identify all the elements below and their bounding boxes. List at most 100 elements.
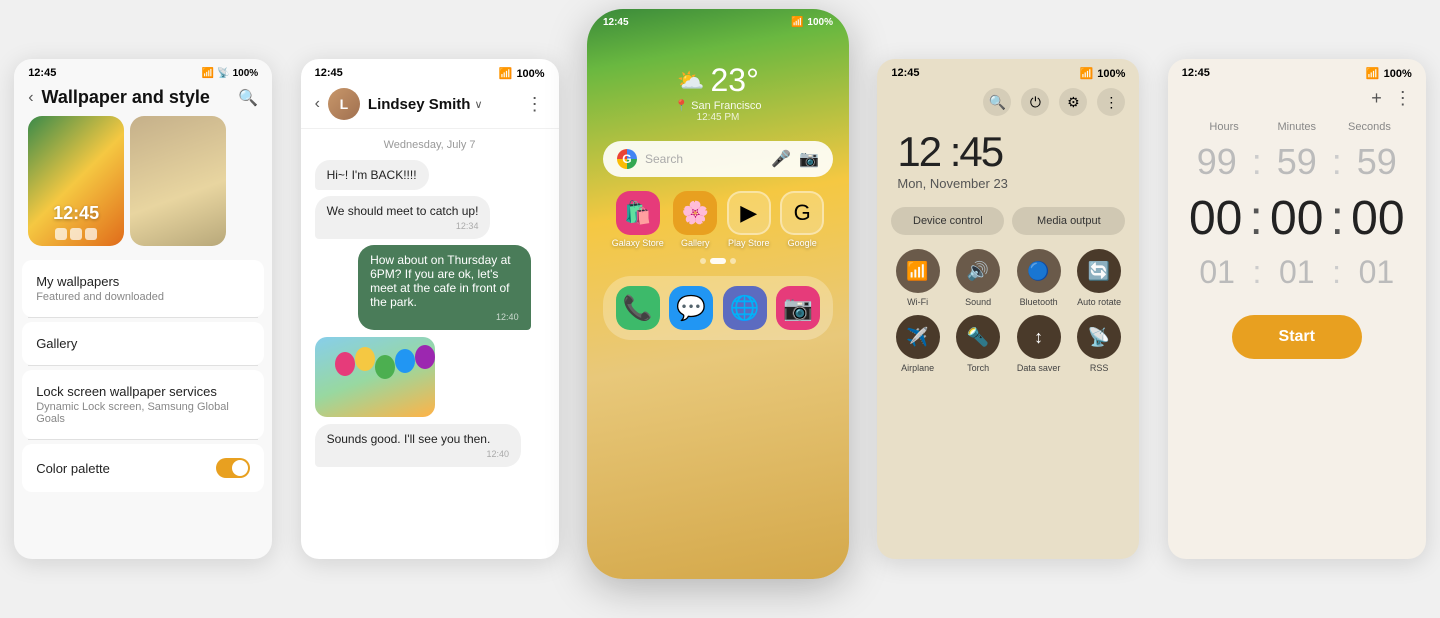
contact-name: Lindsey Smith [368, 96, 471, 113]
galaxy-store-label: Galaxy Store [612, 238, 664, 248]
sound-tile[interactable]: 🔊 Sound [952, 249, 1005, 307]
wallpaper-thumb-1[interactable]: 12:45 [28, 116, 124, 246]
qs-settings-btn[interactable]: ⚙ [1059, 88, 1087, 116]
color-palette-toggle[interactable] [216, 458, 250, 478]
mini-icon [85, 228, 97, 240]
qs-date-display: Mon, November 23 [877, 176, 1139, 201]
wifi-tile[interactable]: 📶 Wi-Fi [891, 249, 944, 307]
dot-3 [730, 258, 736, 264]
home-weather-widget: ⛅ 23° 📍 San Francisco 12:45 PM [587, 32, 849, 133]
sound-tile-label: Sound [965, 297, 991, 307]
mini-icon [55, 228, 67, 240]
sep-2: : [1332, 141, 1342, 183]
gallery-icon: 🌸 [673, 191, 717, 235]
panel1-time: 12:45 [28, 67, 56, 79]
search-icon[interactable]: 🔍 [238, 88, 258, 108]
home-time-display: 12:45 PM [697, 112, 740, 123]
bluetooth-tile[interactable]: 🔵 Bluetooth [1012, 249, 1065, 307]
rss-tile-label: RSS [1090, 363, 1109, 373]
home-time: 12:45 [603, 17, 629, 28]
app-play-store[interactable]: ▶ Play Store [727, 191, 771, 248]
msg-back-icon[interactable]: ‹ [315, 95, 320, 113]
weather-icon: ⛅ [677, 68, 704, 94]
torch-tile-label: Torch [967, 363, 989, 373]
home-wifi-icon: 📶 [791, 17, 803, 28]
msg-time-reply: 12:40 [327, 449, 509, 459]
page-indicator [587, 254, 849, 268]
datasaver-tile-label: Data saver [1017, 363, 1061, 373]
divider-3 [28, 439, 258, 440]
wallpaper-thumb-2[interactable] [130, 116, 226, 246]
dock-phone-icon[interactable]: 📞 [616, 286, 660, 330]
autorotate-tile[interactable]: 🔄 Auto rotate [1073, 249, 1126, 307]
msg-bubble-received-3: Sounds good. I'll see you then. 12:40 [315, 424, 521, 467]
rss-tile-icon: 📡 [1077, 315, 1121, 359]
play-store-icon: ▶ [727, 191, 771, 235]
timer-panel: 12:45 📶 100% + ⋮ Hours Minutes Seconds 9… [1168, 59, 1426, 559]
divider-1 [28, 317, 258, 318]
timer-wifi-icon: 📶 [1366, 67, 1380, 80]
home-search-bar[interactable]: G Search 🎤 📷 [603, 141, 833, 177]
my-wallpapers-item[interactable]: My wallpapers Featured and downloaded [22, 260, 264, 317]
lockscreen-item[interactable]: Lock screen wallpaper services Dynamic L… [22, 370, 264, 439]
timer-add-icon[interactable]: + [1371, 88, 1382, 109]
timer-prev-row: 99 : 59 : 59 [1168, 137, 1426, 187]
qs-clock-display: 12 :45 [877, 124, 1139, 176]
timer-labels-row: Hours Minutes Seconds [1168, 113, 1426, 137]
home-status-bar: 12:45 📶 100% [587, 9, 849, 32]
dock-messages-icon[interactable]: 💬 [669, 286, 713, 330]
dropdown-icon[interactable]: ∨ [474, 98, 482, 111]
mic-icon[interactable]: 🎤 [771, 149, 791, 169]
back-icon[interactable]: ‹ [28, 89, 33, 107]
sound-tile-icon: 🔊 [956, 249, 1000, 293]
torch-tile[interactable]: 🔦 Torch [952, 315, 1005, 373]
app-gallery[interactable]: 🌸 Gallery [673, 191, 717, 248]
main-hours: 00 [1182, 191, 1250, 246]
qs-search-btn[interactable]: 🔍 [983, 88, 1011, 116]
app-galaxy-store[interactable]: 🛍️ Galaxy Store [612, 191, 664, 248]
dock-internet-icon[interactable]: 🌐 [723, 286, 767, 330]
color-palette-item[interactable]: Color palette [22, 444, 264, 492]
timer-more-icon[interactable]: ⋮ [1394, 88, 1412, 109]
qs-tiles-grid: 📶 Wi-Fi 🔊 Sound 🔵 Bluetooth 🔄 Auto rotat… [877, 241, 1139, 381]
seconds-label: Seconds [1333, 121, 1406, 133]
my-wallpapers-label: My wallpapers [36, 274, 250, 289]
app-google[interactable]: G Google [780, 191, 824, 248]
next-sep-2: : [1332, 254, 1341, 291]
msg-time-2: 12:34 [327, 221, 479, 231]
wifi-tile-icon: 📶 [896, 249, 940, 293]
msg-bubble-received-1: Hi~! I'm BACK!!!! [315, 160, 429, 190]
msg-bubble-sent: How about on Thursday at 6PM? If you are… [358, 245, 531, 330]
search-placeholder[interactable]: Search [645, 152, 763, 166]
qs-more-btn[interactable]: ⋮ [1097, 88, 1125, 116]
more-options-icon[interactable]: ⋮ [526, 94, 545, 115]
dock-camera-icon[interactable]: 📷 [776, 286, 820, 330]
temperature: 23° [710, 62, 758, 99]
home-battery: 100% [807, 17, 833, 28]
search-action-icons: 🎤 📷 [771, 149, 819, 169]
datasaver-tile[interactable]: ↕ Data saver [1012, 315, 1065, 373]
next-sep-1: : [1252, 254, 1261, 291]
qs-battery: 100% [1097, 68, 1125, 80]
prev-seconds: 59 [1342, 141, 1412, 183]
main-sep-2: : [1331, 191, 1344, 246]
lens-icon[interactable]: 📷 [799, 149, 819, 169]
page-title: Wallpaper and style [42, 87, 210, 108]
qs-control-icons: 🔍 ⏻ ⚙ ⋮ [877, 84, 1139, 124]
rss-tile[interactable]: 📡 RSS [1073, 315, 1126, 373]
color-palette-label: Color palette [36, 461, 110, 476]
gallery-item[interactable]: Gallery [22, 322, 264, 365]
battery-icon: 100% [233, 68, 259, 79]
contact-avatar: L [328, 88, 360, 120]
msg-time-sent: 12:40 [370, 312, 519, 322]
wifi-icon: 📶 [202, 68, 214, 79]
device-control-btn[interactable]: Device control [891, 207, 1004, 235]
timer-header-icons: + ⋮ [1168, 84, 1426, 113]
main-seconds: 00 [1344, 191, 1412, 246]
airplane-tile[interactable]: ✈️ Airplane [891, 315, 944, 373]
start-button[interactable]: Start [1232, 315, 1362, 359]
panel1-status-bar: 12:45 📶 📡 100% [14, 59, 272, 83]
qs-power-btn[interactable]: ⏻ [1021, 88, 1049, 116]
panel1-header-left: ‹ Wallpaper and style [28, 87, 210, 108]
media-output-btn[interactable]: Media output [1012, 207, 1125, 235]
